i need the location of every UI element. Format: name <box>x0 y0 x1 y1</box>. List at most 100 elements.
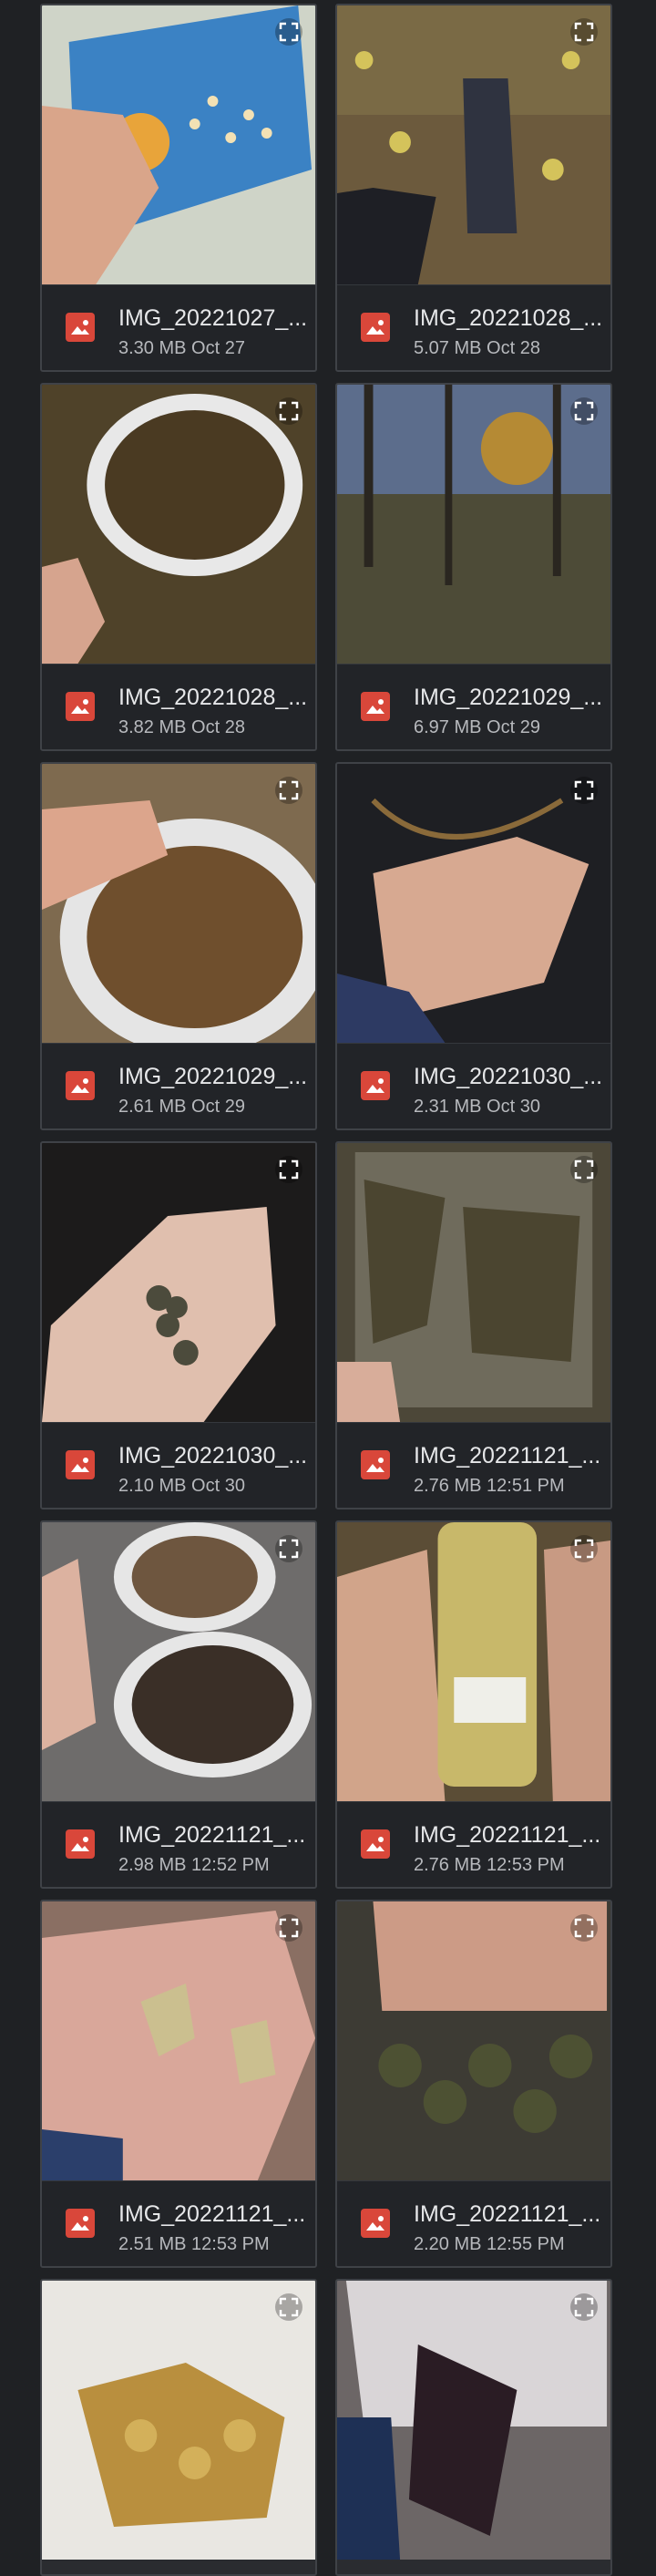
file-meta: 2.61 MB Oct 29 <box>118 1097 245 1118</box>
file-meta: 2.76 MB 12:51 PM <box>414 1476 565 1497</box>
fullscreen-icon[interactable] <box>275 1535 302 1562</box>
file-card[interactable]: IMG_20221030_... 2.31 MB Oct 30 <box>335 762 612 1130</box>
file-info: IMG_20221121_... 2.51 MB 12:53 PM <box>42 2180 315 2266</box>
fullscreen-icon[interactable] <box>570 1535 598 1562</box>
image-thumbnail[interactable] <box>42 385 315 664</box>
file-grid: IMG_20221027_... 3.30 MB Oct 27 IMG_2022… <box>0 0 656 2576</box>
photo-preview <box>42 2281 315 2560</box>
file-info: IMG_20221121_... 2.76 MB 12:53 PM <box>337 1801 610 1887</box>
file-card[interactable]: IMG_20221121_... 2.20 MB 12:55 PM <box>335 1900 612 2268</box>
file-size: 2.61 MB <box>118 1097 187 1117</box>
file-size: 2.76 MB <box>414 1855 482 1875</box>
image-thumbnail[interactable] <box>42 1143 315 1422</box>
file-name: IMG_20221121_... <box>414 1822 601 1848</box>
image-icon <box>66 1071 95 1100</box>
file-meta: 6.97 MB Oct 29 <box>414 717 540 738</box>
photo-preview <box>42 1143 315 1422</box>
fullscreen-icon[interactable] <box>570 2293 598 2321</box>
file-card[interactable]: IMG_20221121_... 2.76 MB 12:53 PM <box>335 1520 612 1889</box>
fullscreen-icon[interactable] <box>570 1156 598 1183</box>
file-card[interactable]: IMG_20221121_... 2.98 MB 12:52 PM <box>40 1520 317 1889</box>
file-card[interactable]: IMG_20221121_... 2.51 MB 12:53 PM <box>40 1900 317 2268</box>
image-icon <box>361 2209 390 2238</box>
file-info: IMG_20221029_... 6.97 MB Oct 29 <box>337 664 610 749</box>
photo-preview <box>42 385 315 664</box>
fullscreen-icon[interactable] <box>275 777 302 804</box>
fullscreen-icon[interactable] <box>570 397 598 425</box>
image-icon <box>66 1450 95 1479</box>
photo-preview <box>337 764 610 1043</box>
file-date: 12:55 PM <box>487 2234 565 2254</box>
file-info: IMG_20221030_... 2.31 MB Oct 30 <box>337 1043 610 1128</box>
file-name: IMG_20221121_... <box>414 1443 601 1468</box>
photo-preview <box>337 2281 610 2560</box>
file-info: IMG_20221121_... 2.98 MB 12:52 PM <box>42 1801 315 1887</box>
file-size: 2.20 MB <box>414 2234 482 2254</box>
image-thumbnail[interactable] <box>42 764 315 1056</box>
fullscreen-icon[interactable] <box>275 18 302 46</box>
image-thumbnail[interactable] <box>337 1143 610 1422</box>
photo-preview <box>42 1522 315 1801</box>
image-thumbnail[interactable] <box>337 5 610 284</box>
photo-preview <box>337 1143 610 1422</box>
file-name: IMG_20221028_... <box>414 305 601 331</box>
photo-preview <box>337 385 610 664</box>
file-card[interactable]: IMG_20221028_... 5.07 MB Oct 28 <box>335 4 612 372</box>
file-date: Oct 29 <box>191 1097 245 1117</box>
fullscreen-icon[interactable] <box>275 1156 302 1183</box>
image-thumbnail[interactable] <box>42 1901 315 2180</box>
file-name: IMG_20221029_... <box>118 1064 306 1089</box>
file-card[interactable] <box>40 2279 317 2576</box>
image-thumbnail[interactable] <box>337 385 610 664</box>
fullscreen-icon[interactable] <box>275 397 302 425</box>
file-date: Oct 28 <box>487 338 540 358</box>
file-size: 6.97 MB <box>414 717 482 737</box>
image-thumbnail[interactable] <box>42 1522 315 1801</box>
image-icon <box>66 1829 95 1859</box>
image-icon <box>66 2209 95 2238</box>
file-date: Oct 30 <box>191 1476 245 1496</box>
image-thumbnail[interactable] <box>337 1522 610 1801</box>
file-date: Oct 28 <box>191 717 245 737</box>
file-card[interactable] <box>335 2279 612 2576</box>
image-icon <box>361 313 390 342</box>
file-size: 2.10 MB <box>118 1476 187 1496</box>
file-card[interactable]: IMG_20221030_... 2.10 MB Oct 30 <box>40 1141 317 1510</box>
photo-preview <box>42 5 315 284</box>
fullscreen-icon[interactable] <box>570 777 598 804</box>
file-name: IMG_20221028_... <box>118 685 306 710</box>
file-card[interactable]: IMG_20221028_... 3.82 MB Oct 28 <box>40 383 317 751</box>
image-icon <box>361 692 390 721</box>
fullscreen-icon[interactable] <box>570 1914 598 1942</box>
fullscreen-icon[interactable] <box>570 18 598 46</box>
file-size: 5.07 MB <box>414 338 482 358</box>
file-info: IMG_20221028_... 3.82 MB Oct 28 <box>42 664 315 749</box>
file-date: Oct 27 <box>191 338 245 358</box>
image-thumbnail[interactable] <box>337 764 610 1043</box>
file-info: IMG_20221029_... 2.61 MB Oct 29 <box>42 1043 315 1128</box>
fullscreen-icon[interactable] <box>275 2293 302 2321</box>
file-info: IMG_20221030_... 2.10 MB Oct 30 <box>42 1422 315 1508</box>
file-name: IMG_20221030_... <box>414 1064 601 1089</box>
file-name: IMG_20221029_... <box>414 685 601 710</box>
file-meta: 2.20 MB 12:55 PM <box>414 2234 565 2255</box>
file-size: 2.98 MB <box>118 1855 187 1875</box>
file-card[interactable]: IMG_20221029_... 6.97 MB Oct 29 <box>335 383 612 751</box>
image-thumbnail[interactable] <box>42 5 315 284</box>
file-name: IMG_20221121_... <box>414 2201 601 2227</box>
file-card[interactable]: IMG_20221029_... 2.61 MB Oct 29 <box>40 762 317 1130</box>
file-card[interactable]: IMG_20221027_... 3.30 MB Oct 27 <box>40 4 317 372</box>
image-thumbnail[interactable] <box>337 2281 610 2560</box>
file-card[interactable]: IMG_20221121_... 2.76 MB 12:51 PM <box>335 1141 612 1510</box>
file-info: IMG_20221121_... 2.76 MB 12:51 PM <box>337 1422 610 1508</box>
image-thumbnail[interactable] <box>42 2281 315 2560</box>
photo-preview <box>42 1901 315 2180</box>
file-date: 12:51 PM <box>487 1476 565 1496</box>
fullscreen-icon[interactable] <box>275 1914 302 1942</box>
image-thumbnail[interactable] <box>337 1901 610 2180</box>
file-info: IMG_20221027_... 3.30 MB Oct 27 <box>42 284 315 370</box>
file-meta: 2.31 MB Oct 30 <box>414 1097 540 1118</box>
file-date: 12:53 PM <box>487 1855 565 1875</box>
file-meta: 2.10 MB Oct 30 <box>118 1476 245 1497</box>
file-meta: 2.98 MB 12:52 PM <box>118 1855 270 1876</box>
